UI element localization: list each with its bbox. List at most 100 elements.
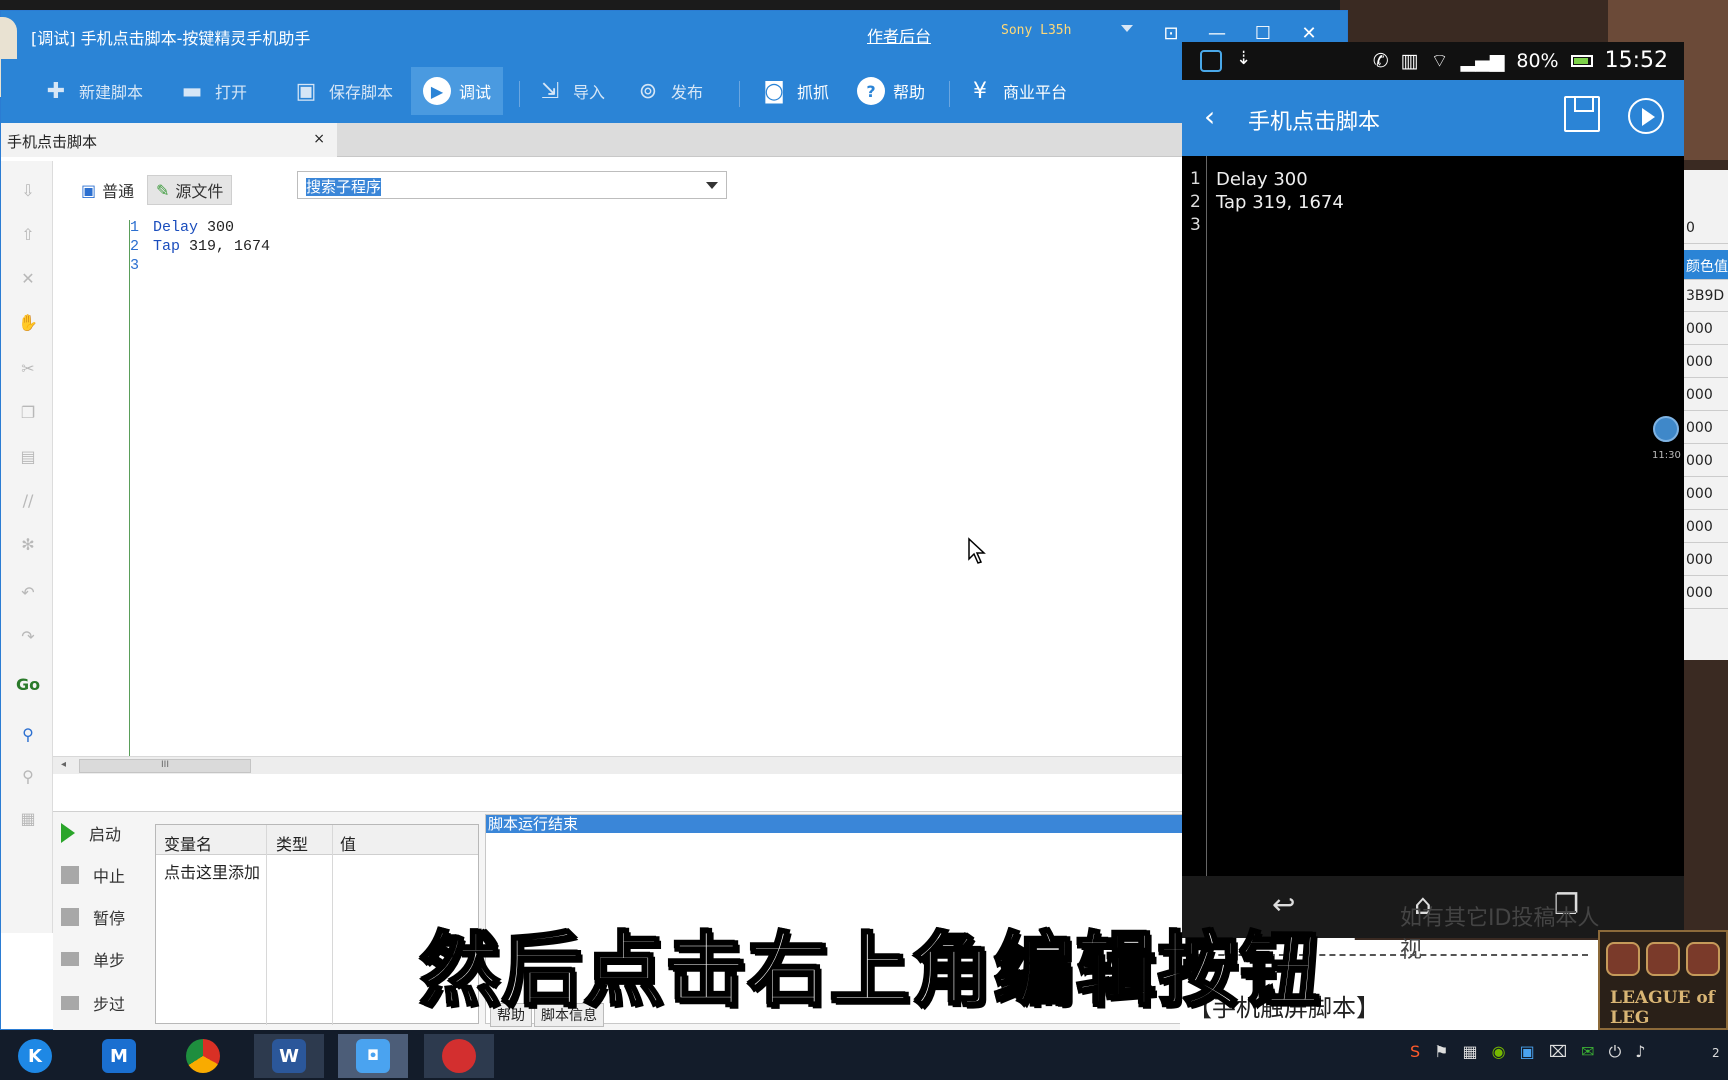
taskbar-app-anjian[interactable]: ◘ bbox=[338, 1034, 408, 1078]
add-variable-row[interactable]: 点击这里添加 bbox=[156, 857, 478, 883]
code-arg: 300 bbox=[198, 219, 235, 236]
import-label: 导入 bbox=[573, 83, 606, 102]
strip-cell: 000 bbox=[1684, 348, 1728, 378]
floating-ball-button[interactable] bbox=[1653, 416, 1679, 442]
taskbar-app-k[interactable]: K bbox=[0, 1034, 70, 1078]
open-button[interactable]: ▬ 打开 bbox=[177, 71, 247, 111]
strip-cell: 000 bbox=[1684, 315, 1728, 345]
subroutine-search-input[interactable]: 搜索子程序 bbox=[297, 171, 727, 199]
strip-cell: 000 bbox=[1684, 381, 1728, 411]
horizontal-scrollbar[interactable]: ◂ III bbox=[53, 756, 1183, 774]
redo-icon[interactable]: ↷ bbox=[17, 625, 39, 647]
wechat-icon[interactable]: ✉ bbox=[1581, 1042, 1594, 1062]
stop-button[interactable]: 中止 bbox=[61, 862, 125, 888]
undo-icon[interactable]: ↶ bbox=[17, 581, 39, 603]
device-select[interactable]: Sony L35h bbox=[967, 19, 1137, 45]
phone-code-text[interactable]: Delay 300 Tap 319, 1674 bbox=[1216, 168, 1344, 214]
crest-icon bbox=[1686, 942, 1720, 976]
fold-line bbox=[129, 220, 130, 760]
play-icon bbox=[61, 823, 75, 843]
display-icon[interactable]: ▣ bbox=[1520, 1042, 1535, 1062]
editor-header: ▣ 普通 ✎ 源文件 搜索子程序 bbox=[61, 171, 1121, 207]
input-method-icon[interactable]: S bbox=[1410, 1042, 1420, 1062]
edit-save-button[interactable] bbox=[1564, 96, 1600, 132]
normal-view-icon: ▣ bbox=[81, 180, 97, 200]
start-button[interactable]: 启动 bbox=[61, 820, 121, 846]
code-editor[interactable]: 1 2 3 Delay 300 Tap 319, 1674 bbox=[81, 216, 1181, 760]
tab-close-icon[interactable]: × bbox=[313, 131, 325, 147]
publish-button[interactable]: ⊚ 发布 bbox=[633, 71, 703, 111]
taskbar-app-word[interactable]: W bbox=[254, 1034, 324, 1078]
debug-button[interactable]: ▶ 调试 bbox=[411, 67, 504, 115]
tab-script[interactable]: 手机点击脚本 × bbox=[1, 123, 337, 157]
video-subtitle: 然后点击右上角编辑按钮 bbox=[419, 923, 1322, 1019]
strip-cell: 000 bbox=[1684, 480, 1728, 510]
code-keyword: Tap bbox=[153, 238, 181, 255]
chevron-down-icon bbox=[706, 182, 718, 189]
pause-label: 暂停 bbox=[93, 909, 126, 928]
strip-cell: 000 bbox=[1684, 447, 1728, 477]
signal-icon: ▂▄▆ bbox=[1460, 49, 1505, 72]
scroll-left-icon[interactable]: ◂ bbox=[61, 759, 66, 770]
step-button[interactable]: 单步 bbox=[61, 946, 125, 972]
find-icon[interactable]: ⚲ bbox=[17, 723, 39, 745]
publish-label: 发布 bbox=[671, 83, 704, 102]
phone-gutter-divider bbox=[1206, 156, 1207, 916]
start-label: 启动 bbox=[89, 825, 122, 844]
move-down-icon[interactable]: ⇩ bbox=[17, 179, 39, 201]
scroll-thumb[interactable]: III bbox=[79, 759, 251, 773]
window-icon[interactable]: ▦ bbox=[17, 807, 39, 829]
paste-icon[interactable]: ▤ bbox=[17, 445, 39, 467]
strip-cell: 000 bbox=[1684, 546, 1728, 576]
app-notification-icon bbox=[1200, 50, 1222, 72]
help-button[interactable]: ? 帮助 bbox=[857, 71, 925, 111]
upload-icon: ⊚ bbox=[638, 78, 658, 104]
hand-icon[interactable]: ✋ bbox=[17, 311, 39, 333]
k-app-icon: K bbox=[18, 1039, 52, 1073]
power-icon[interactable]: ⏻ bbox=[1609, 1042, 1622, 1062]
search-placeholder: 搜索子程序 bbox=[306, 178, 382, 196]
league-of-legends-logo: LEAGUE of LEG bbox=[1598, 930, 1728, 1030]
cut-icon[interactable]: ✂ bbox=[17, 357, 39, 379]
tab-strip: 手机点击脚本 × bbox=[1, 123, 1347, 157]
mode-source-button[interactable]: ✎ 源文件 bbox=[147, 175, 233, 205]
usb-icon[interactable]: ⌧ bbox=[1549, 1042, 1567, 1062]
delete-icon[interactable]: ✕ bbox=[17, 267, 39, 289]
business-platform-button[interactable]: ¥ 商业平台 bbox=[965, 71, 1067, 111]
back-arrow-icon[interactable]: ‹ bbox=[1204, 100, 1215, 133]
comment-icon[interactable]: // bbox=[17, 489, 39, 511]
taskbar-app-recorder[interactable] bbox=[424, 1034, 494, 1078]
network-shield-icon[interactable]: ▦ bbox=[1463, 1042, 1478, 1062]
move-up-icon[interactable]: ⇧ bbox=[17, 223, 39, 245]
nvidia-icon[interactable]: ◉ bbox=[1492, 1042, 1506, 1062]
save-script-button[interactable]: ▣ 保存脚本 bbox=[291, 71, 393, 111]
save-script-label: 保存脚本 bbox=[329, 83, 394, 102]
left-tool-rail: ⇩ ⇧ ✕ ✋ ✂ ❐ ▤ // ✻ ↶ ↷ Go ⚲ ⚲ ▦ bbox=[1, 161, 53, 933]
wifi-icon: ⌔ bbox=[1430, 49, 1449, 72]
pause-button[interactable]: 暂停 bbox=[61, 904, 125, 930]
column-divider bbox=[266, 825, 267, 1025]
find-next-icon[interactable]: ⚲ bbox=[17, 765, 39, 787]
uncomment-icon[interactable]: ✻ bbox=[17, 533, 39, 555]
system-tray: S ⚑ ▦ ◉ ▣ ⌧ ✉ ⏻ ♪ bbox=[1410, 1042, 1645, 1062]
mode-normal-button[interactable]: ▣ 普通 bbox=[73, 175, 142, 205]
mode-source-label: 源文件 bbox=[175, 182, 224, 201]
toolbar: ✚ 新建脚本 ▬ 打开 ▣ 保存脚本 ▶ 调试 ⇲ 导入 ⊚ 发布 ◙ 抓抓 ?… bbox=[1, 59, 1347, 123]
author-backend-link[interactable]: 作者后台 bbox=[867, 23, 931, 47]
capture-button[interactable]: ◙ 抓抓 bbox=[759, 71, 829, 111]
step-over-button[interactable]: 步过 bbox=[61, 990, 125, 1016]
taskbar-app-maxthon[interactable]: M bbox=[84, 1034, 154, 1078]
maxthon-icon: M bbox=[102, 1039, 136, 1073]
taskbar-app-chrome[interactable] bbox=[168, 1034, 238, 1078]
copy-icon[interactable]: ❐ bbox=[17, 401, 39, 423]
import-button[interactable]: ⇲ 导入 bbox=[535, 71, 605, 111]
volume-icon[interactable]: ♪ bbox=[1635, 1042, 1645, 1062]
strip-header-cell: 颜色值 bbox=[1684, 250, 1728, 280]
goto-icon[interactable]: Go bbox=[16, 673, 40, 695]
run-play-button[interactable] bbox=[1628, 98, 1664, 134]
phone-line-numbers: 1 2 3 bbox=[1190, 169, 1201, 235]
flag-icon[interactable]: ⚑ bbox=[1434, 1042, 1448, 1062]
new-script-button[interactable]: ✚ 新建脚本 bbox=[41, 71, 143, 111]
crest-icon bbox=[1646, 942, 1680, 976]
window-menu-button[interactable]: ⊡ bbox=[1157, 19, 1185, 47]
